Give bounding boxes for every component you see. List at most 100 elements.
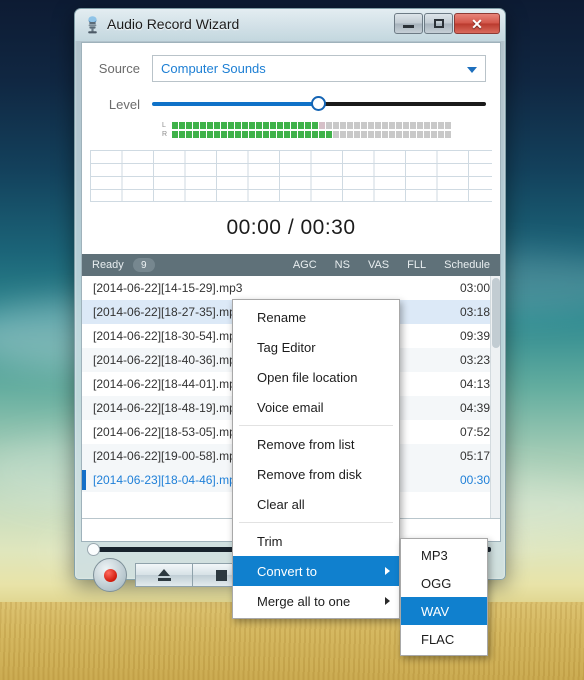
vu-segment xyxy=(431,131,437,138)
vu-meter-left-segments xyxy=(172,122,451,129)
seek-handle[interactable] xyxy=(87,543,100,556)
level-label: Level xyxy=(108,96,140,112)
vu-segment xyxy=(354,131,360,138)
vu-segment xyxy=(312,122,318,129)
vu-segment xyxy=(347,122,353,129)
level-slider[interactable] xyxy=(152,96,486,112)
menu-separator xyxy=(239,522,393,523)
vu-segment xyxy=(270,131,276,138)
source-select[interactable]: Computer Sounds xyxy=(152,55,486,82)
menu-item-label: Merge all to one xyxy=(257,593,351,609)
level-slider-remaining xyxy=(322,102,486,106)
vu-segment xyxy=(291,122,297,129)
vu-segment xyxy=(277,131,283,138)
menu-item-label: Open file location xyxy=(257,369,358,385)
submenu-item-flac[interactable]: FLAC xyxy=(401,625,487,653)
menu-item-label: Tag Editor xyxy=(257,339,316,355)
vu-segment xyxy=(277,122,283,129)
submenu-item-mp3[interactable]: MP3 xyxy=(401,541,487,569)
status-column-schedule[interactable]: Schedule xyxy=(444,259,490,271)
menu-item-clear-all[interactable]: Clear all xyxy=(233,489,399,519)
vu-segment xyxy=(445,131,451,138)
vu-segment xyxy=(438,131,444,138)
menu-item-voice-email[interactable]: Voice email xyxy=(233,392,399,422)
recording-duration: 00:30 xyxy=(459,473,490,487)
vu-segment xyxy=(242,131,248,138)
submenu-item-ogg[interactable]: OGG xyxy=(401,569,487,597)
vu-segment xyxy=(333,131,339,138)
vu-segment xyxy=(298,122,304,129)
status-column-ns[interactable]: NS xyxy=(335,259,350,271)
vu-segment xyxy=(340,122,346,129)
eject-icon xyxy=(157,569,171,581)
status-column-fll[interactable]: FLL xyxy=(407,259,426,271)
vu-segment xyxy=(403,131,409,138)
status-column-vas[interactable]: VAS xyxy=(368,259,389,271)
vu-segment xyxy=(270,122,276,129)
menu-item-label: Clear all xyxy=(257,496,305,512)
vu-segment xyxy=(214,122,220,129)
vu-segment xyxy=(382,131,388,138)
list-scrollbar-thumb[interactable] xyxy=(492,278,500,348)
recording-name: [2014-06-23][18-04-46].mp3 xyxy=(93,473,243,487)
menu-item-remove-from-disk[interactable]: Remove from disk xyxy=(233,459,399,489)
vu-segment xyxy=(403,122,409,129)
eject-button[interactable] xyxy=(135,563,193,587)
convert-to-submenu[interactable]: MP3 OGG WAV FLAC xyxy=(400,538,488,656)
chevron-right-icon xyxy=(385,567,390,575)
menu-item-tag-editor[interactable]: Tag Editor xyxy=(233,332,399,362)
microphone-icon xyxy=(84,16,101,34)
vu-segment xyxy=(207,122,213,129)
submenu-item-wav[interactable]: WAV xyxy=(401,597,487,625)
vu-segment xyxy=(193,131,199,138)
vu-segment xyxy=(186,122,192,129)
context-menu[interactable]: Rename Tag Editor Open file location Voice … xyxy=(232,299,400,619)
record-button[interactable] xyxy=(93,558,127,592)
vu-segment xyxy=(368,131,374,138)
menu-item-convert-to[interactable]: Convert to xyxy=(233,556,399,586)
list-scrollbar[interactable] xyxy=(490,276,500,518)
vu-segment xyxy=(389,131,395,138)
menu-item-trim[interactable]: Trim xyxy=(233,526,399,556)
vu-segment xyxy=(417,122,423,129)
vu-segment xyxy=(256,131,262,138)
menu-item-merge-all-to-one[interactable]: Merge all to one xyxy=(233,586,399,616)
vu-segment xyxy=(228,131,234,138)
vu-segment xyxy=(410,122,416,129)
close-button[interactable]: ✕ xyxy=(454,13,500,34)
vu-segment xyxy=(186,131,192,138)
vu-segment xyxy=(256,122,262,129)
menu-item-remove-from-list[interactable]: Remove from list xyxy=(233,429,399,459)
vu-segment xyxy=(396,131,402,138)
maximize-button[interactable] xyxy=(424,13,453,34)
vu-meter-right-label: R xyxy=(162,131,168,138)
chevron-down-icon xyxy=(467,67,477,73)
vu-segment xyxy=(340,131,346,138)
menu-item-label: Remove from disk xyxy=(257,466,362,482)
recording-name: [2014-06-22][18-53-05].mp3 xyxy=(93,425,243,439)
vu-segment xyxy=(263,122,269,129)
level-slider-handle[interactable] xyxy=(310,96,326,111)
minimize-button[interactable] xyxy=(394,13,423,34)
recording-duration: 04:39 xyxy=(459,401,490,415)
menu-item-rename[interactable]: Rename xyxy=(233,302,399,332)
status-column-agc[interactable]: AGC xyxy=(293,259,317,271)
vu-segment xyxy=(431,122,437,129)
recording-duration: 03:18 xyxy=(459,305,490,319)
vu-segment xyxy=(319,122,325,129)
window-controls: ✕ xyxy=(394,13,500,34)
close-icon: ✕ xyxy=(471,15,483,32)
source-value: Computer Sounds xyxy=(161,61,266,76)
window-title: Audio Record Wizard xyxy=(107,16,240,32)
recording-duration: 05:17 xyxy=(459,449,490,463)
title-bar[interactable]: Audio Record Wizard ✕ xyxy=(75,9,505,41)
recording-row[interactable]: [2014-06-22][14-15-29].mp3 03:00 xyxy=(82,276,500,300)
menu-item-open-file-location[interactable]: Open file location xyxy=(233,362,399,392)
vu-meter-left: L xyxy=(162,122,486,129)
menu-item-label: Convert to xyxy=(257,563,317,579)
vu-segment xyxy=(396,122,402,129)
vu-segment xyxy=(193,122,199,129)
vu-segment xyxy=(242,122,248,129)
vu-meter-left-label: L xyxy=(162,122,166,129)
vu-segment xyxy=(312,131,318,138)
